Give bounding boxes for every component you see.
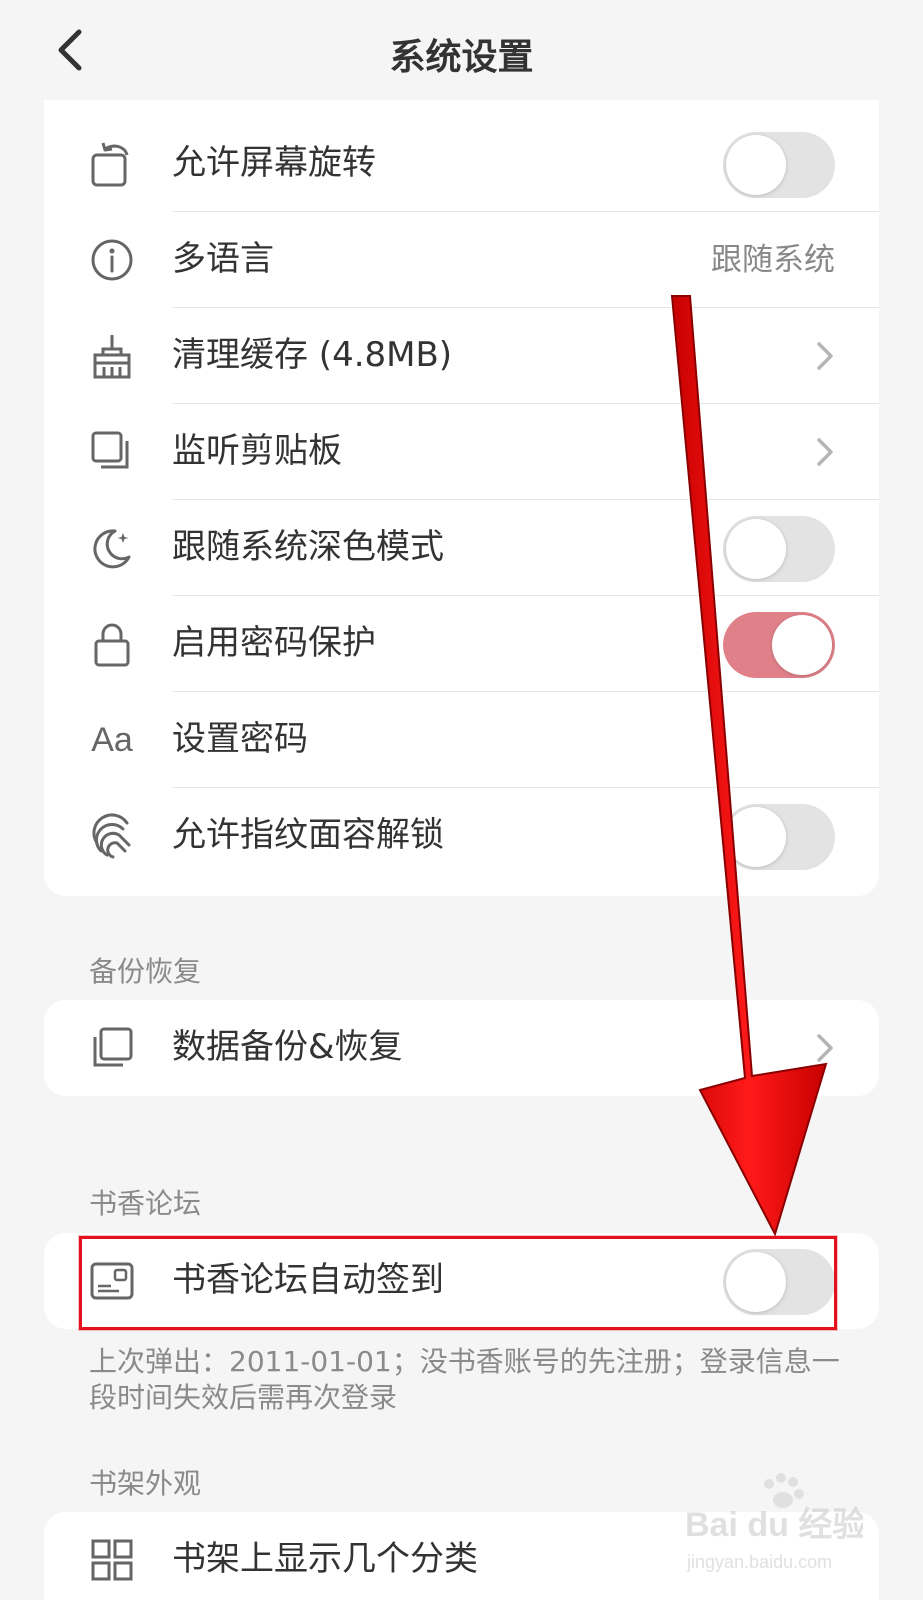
setting-label: 允许指纹面容解锁 bbox=[172, 815, 444, 855]
moon-icon bbox=[88, 524, 136, 572]
setting-label: 启用密码保护 bbox=[172, 623, 376, 663]
setting-label: 清理缓存 (4.8MB) bbox=[172, 335, 453, 375]
setting-row-data-backup[interactable]: 数据备份&恢复 bbox=[44, 1000, 879, 1096]
setting-row-language[interactable]: 多语言 跟随系统 bbox=[44, 212, 879, 308]
setting-row-clear-cache[interactable]: 清理缓存 (4.8MB) bbox=[44, 308, 879, 404]
setting-row-screen-rotation[interactable]: 允许屏幕旋转 bbox=[44, 116, 879, 212]
section-title-backup: 备份恢复 bbox=[89, 955, 202, 988]
fingerprint-icon bbox=[88, 812, 136, 860]
chevron-right-icon bbox=[817, 342, 833, 370]
nav-bar: 系统设置 bbox=[0, 0, 923, 100]
screen-rotation-toggle[interactable] bbox=[723, 132, 835, 198]
text-format-icon: Aa bbox=[91, 720, 133, 759]
grid-icon bbox=[88, 1536, 136, 1584]
setting-row-forum-auto-checkin[interactable]: 书香论坛自动签到 bbox=[44, 1233, 879, 1329]
copy-icon bbox=[88, 1024, 136, 1072]
forum-auto-checkin-toggle[interactable] bbox=[723, 1249, 835, 1315]
card-icon bbox=[88, 1257, 136, 1305]
fingerprint-toggle[interactable] bbox=[723, 804, 835, 870]
backup-card: 数据备份&恢复 bbox=[44, 1000, 879, 1096]
password-protection-toggle[interactable] bbox=[723, 612, 835, 678]
broom-icon bbox=[88, 332, 136, 380]
rotate-screen-icon bbox=[88, 140, 136, 188]
setting-label: 书香论坛自动签到 bbox=[172, 1260, 444, 1300]
dark-mode-toggle[interactable] bbox=[723, 516, 835, 582]
setting-row-dark-mode[interactable]: 跟随系统深色模式 bbox=[44, 500, 879, 596]
page-title: 系统设置 bbox=[389, 37, 534, 78]
setting-row-fingerprint[interactable]: 允许指纹面容解锁 bbox=[44, 788, 879, 884]
setting-label: 监听剪贴板 bbox=[172, 431, 342, 471]
setting-label: 允许屏幕旋转 bbox=[172, 143, 376, 183]
clipboard-icon bbox=[88, 428, 136, 476]
lock-icon bbox=[88, 620, 136, 668]
setting-label: 多语言 bbox=[172, 239, 274, 279]
watermark-brand: Bai du 经验 bbox=[685, 1505, 863, 1544]
watermark-site: jingyan.baidu.com bbox=[686, 1552, 832, 1572]
setting-label: 书架上显示几个分类 bbox=[172, 1539, 478, 1579]
section-title-forum: 书香论坛 bbox=[89, 1187, 202, 1220]
forum-card: 书香论坛自动签到 bbox=[44, 1233, 879, 1329]
setting-row-clipboard[interactable]: 监听剪贴板 bbox=[44, 404, 879, 500]
info-icon bbox=[88, 236, 136, 284]
settings-card: 允许屏幕旋转 多语言 跟随系统 清理缓存 (4.8MB) 监听剪贴板 跟随系统深… bbox=[44, 100, 879, 896]
setting-row-set-password[interactable]: Aa 设置密码 bbox=[44, 692, 879, 788]
setting-row-password-protection[interactable]: 启用密码保护 bbox=[44, 596, 879, 692]
baidu-watermark: Bai du 经验 jingyan.baidu.com bbox=[683, 1470, 866, 1580]
language-value: 跟随系统 bbox=[711, 242, 835, 278]
section-title-shelf: 书架外观 bbox=[89, 1467, 202, 1500]
setting-label: 数据备份&恢复 bbox=[172, 1027, 403, 1067]
setting-label: 设置密码 bbox=[172, 719, 308, 759]
forum-note: 上次弹出：2011-01-01；没书香账号的先注册；登录信息一段时间失效后需再次… bbox=[89, 1345, 840, 1414]
chevron-right-icon bbox=[817, 438, 833, 466]
setting-label: 跟随系统深色模式 bbox=[172, 527, 444, 567]
chevron-right-icon bbox=[817, 1034, 833, 1062]
